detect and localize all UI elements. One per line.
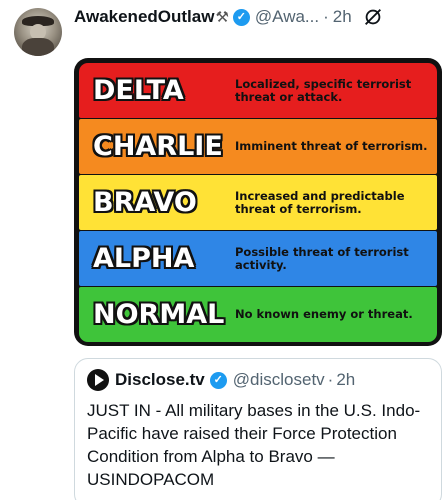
fpcon-band-alpha: ALPHA Possible threat of terrorist activ…: [79, 231, 437, 286]
quoted-tweet[interactable]: Disclose.tv ✓ @disclosetv · 2h JUST IN -…: [74, 358, 442, 500]
hammer-pick-icon: ⚒: [215, 9, 229, 26]
grok-icon[interactable]: [362, 6, 384, 28]
fpcon-level-label: BRAVO: [93, 187, 197, 218]
tweet-time[interactable]: 2h: [333, 7, 352, 27]
avatar-body: [22, 38, 54, 56]
separator-dot: ·: [323, 7, 329, 26]
verified-badge-icon: ✓: [209, 371, 227, 389]
quoted-tweet-header: Disclose.tv ✓ @disclosetv · 2h: [87, 369, 429, 391]
fpcon-level-label: NORMAL: [93, 299, 225, 330]
quoted-author-handle: @disclosetv: [232, 370, 325, 389]
separator-dot: ·: [327, 370, 334, 389]
fpcon-level-description: Imminent threat of terrorism.: [235, 139, 428, 153]
fpcon-level-description: Increased and predictable threat of terr…: [235, 188, 405, 216]
fpcon-level-description: Localized, specific terrorist threat or …: [235, 76, 412, 104]
fpcon-band-normal: NORMAL No known enemy or threat.: [79, 287, 437, 342]
fpcon-level-description: No known enemy or threat.: [235, 307, 413, 321]
fpcon-band-bravo: BRAVO Increased and predictable threat o…: [79, 175, 437, 230]
fpcon-band-delta: DELTA Localized, specific terrorist thre…: [79, 63, 437, 118]
tweet-header: AwakenedOutlaw ⚒ ✓ @Awa... · 2h: [74, 4, 436, 30]
author-avatar[interactable]: [14, 8, 62, 56]
fpcon-band-charlie: CHARLIE Imminent threat of terrorism.: [79, 119, 437, 174]
fpcon-image[interactable]: DELTA Localized, specific terrorist thre…: [74, 58, 442, 346]
quoted-tweet-time: 2h: [336, 370, 356, 389]
fpcon-level-label: CHARLIE: [93, 131, 223, 162]
author-handle[interactable]: @Awa...: [255, 7, 319, 27]
fpcon-level-label: ALPHA: [93, 243, 195, 274]
quoted-author-name: Disclose.tv: [115, 370, 205, 389]
author-name[interactable]: AwakenedOutlaw: [74, 7, 214, 27]
fpcon-level-description: Possible threat of terrorist activity.: [235, 244, 409, 272]
fpcon-level-label: DELTA: [93, 75, 184, 106]
verified-badge-icon: ✓: [232, 8, 250, 26]
disclose-logo-icon[interactable]: [87, 369, 109, 391]
quoted-tweet-text: JUST IN - All military bases in the U.S.…: [87, 401, 421, 489]
